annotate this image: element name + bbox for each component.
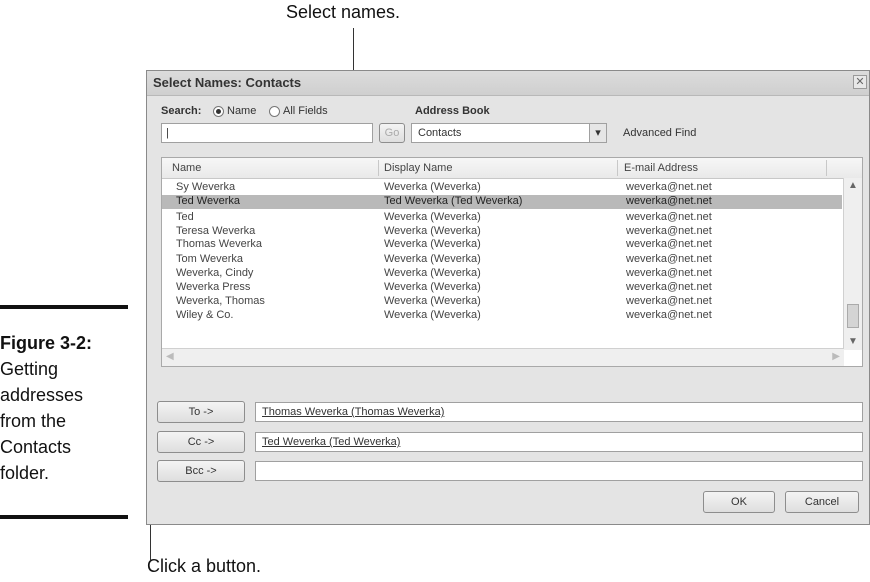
cell-display-name: Weverka (Weverka): [384, 267, 481, 279]
cell-display-name: Weverka (Weverka): [384, 238, 481, 250]
cell-name: Weverka, Cindy: [176, 267, 254, 279]
cell-email: weverka@net.net: [626, 195, 712, 207]
horizontal-scrollbar[interactable]: ◀ ▶: [162, 348, 844, 366]
cell-display-name: Weverka (Weverka): [384, 253, 481, 265]
cell-display-name: Weverka (Weverka): [384, 281, 481, 293]
column-header-name[interactable]: Name: [172, 162, 201, 174]
table-row[interactable]: Ted Weverka (Weverka) weverka@net.net: [162, 211, 842, 225]
radio-name-label: Name: [227, 105, 257, 117]
table-row[interactable]: Sy Weverka Weverka (Weverka) weverka@net.n…: [162, 181, 842, 195]
column-divider[interactable]: [826, 160, 827, 176]
ok-button[interactable]: OK: [703, 491, 775, 513]
callout-select-names: Select names.: [286, 2, 401, 22]
radio-all-fields[interactable]: [269, 106, 280, 117]
figure-number: Figure 3-2:: [0, 333, 93, 353]
cell-email: weverka@net.net: [626, 253, 712, 265]
cell-display-name: Ted Weverka (Ted Weverka): [384, 195, 523, 207]
address-book-label: Address Book: [415, 105, 490, 117]
cell-name: Ted Weverka: [176, 195, 240, 207]
caption-line: Getting: [0, 359, 59, 379]
cell-email: weverka@net.net: [626, 225, 712, 237]
cc-button[interactable]: Cc ->: [157, 431, 245, 453]
cell-email: weverka@net.net: [626, 281, 712, 293]
search-label: Search:: [161, 105, 202, 117]
cell-name: Ted: [176, 211, 194, 223]
cell-email: weverka@net.net: [626, 238, 712, 250]
caption-rule-bottom: [0, 515, 128, 519]
list-header: Name Display Name E-mail Address: [162, 158, 862, 179]
cell-email: weverka@net.net: [626, 309, 712, 321]
title-bar: Select Names: Contacts ✕: [147, 71, 869, 96]
cc-field[interactable]: Ted Weverka (Ted Weverka): [255, 432, 863, 452]
cell-email: weverka@net.net: [626, 211, 712, 223]
table-row[interactable]: Tom Weverka Weverka (Weverka) weverka@net.…: [162, 253, 842, 267]
bcc-button[interactable]: Bcc ->: [157, 460, 245, 482]
chevron-down-icon[interactable]: ▾: [589, 124, 606, 142]
cell-display-name: Weverka (Weverka): [384, 295, 481, 307]
table-row[interactable]: Thomas Weverka Weverka (Weverka) weverka@n…: [162, 238, 842, 252]
column-header-display-name[interactable]: Display Name: [384, 162, 452, 174]
address-book-select[interactable]: Contacts ▾: [411, 123, 607, 143]
cell-display-name: Weverka (Weverka): [384, 225, 481, 237]
contacts-list[interactable]: Name Display Name E-mail Address Sy Weve…: [161, 157, 863, 367]
to-button[interactable]: To ->: [157, 401, 245, 423]
vertical-scrollbar[interactable]: ▲ ▼: [843, 178, 862, 350]
select-names-dialog: Select Names: Contacts ✕ Search: Name Al…: [146, 70, 870, 525]
advanced-find-link[interactable]: Advanced Find: [623, 127, 696, 139]
search-input[interactable]: |: [161, 123, 373, 143]
column-divider[interactable]: [378, 160, 379, 176]
close-icon[interactable]: ✕: [853, 75, 867, 89]
scroll-right-icon[interactable]: ▶: [832, 351, 840, 362]
cancel-button[interactable]: Cancel: [785, 491, 859, 513]
table-row[interactable]: Weverka, Thomas Weverka (Weverka) weverka@…: [162, 295, 842, 309]
column-divider[interactable]: [617, 160, 618, 176]
cell-display-name: Weverka (Weverka): [384, 309, 481, 321]
table-row[interactable]: Weverka, Cindy Weverka (Weverka) weverka@n…: [162, 267, 842, 281]
go-button[interactable]: Go: [379, 123, 405, 143]
caption-line: addresses: [0, 385, 84, 405]
caption-line: Contacts: [0, 437, 72, 457]
cell-email: weverka@net.net: [626, 181, 712, 193]
cell-name: Thomas Weverka: [176, 238, 262, 250]
table-row[interactable]: Weverka Press Weverka (Weverka) weverka@ne…: [162, 281, 842, 295]
cell-name: Teresa Weverka: [176, 225, 256, 237]
address-book-value: Contacts: [418, 127, 462, 139]
table-row[interactable]: Wiley & Co. Weverka (Weverka) weverka@net.…: [162, 309, 842, 323]
radio-all-fields-label: All Fields: [283, 105, 328, 117]
cell-email: weverka@net.net: [626, 267, 712, 279]
callout-click-button: Click a button.: [147, 556, 262, 576]
table-row[interactable]: Ted Weverka Ted Weverka (Ted Weverka) weve…: [162, 195, 842, 209]
cell-name: Sy Weverka: [176, 181, 236, 193]
scroll-up-icon[interactable]: ▲: [848, 180, 858, 191]
bcc-field[interactable]: [255, 461, 863, 481]
dialog-title: Select Names: Contacts: [153, 75, 302, 90]
scroll-left-icon[interactable]: ◀: [166, 351, 174, 362]
cell-display-name: Weverka (Weverka): [384, 211, 481, 223]
table-row[interactable]: Teresa Weverka Weverka (Weverka) weverka@n…: [162, 225, 842, 239]
radio-name[interactable]: [213, 106, 224, 117]
cell-name: Tom Weverka: [176, 253, 244, 265]
figure-caption: Figure 3-2: Getting addresses from the C…: [0, 330, 130, 486]
cell-name: Weverka Press: [176, 281, 251, 293]
caption-line: from the: [0, 411, 67, 431]
cell-name: Weverka, Thomas: [176, 295, 265, 307]
caption-line: folder.: [0, 463, 50, 483]
scroll-down-icon[interactable]: ▼: [848, 336, 858, 347]
cell-name: Wiley & Co.: [176, 309, 234, 321]
cell-email: weverka@net.net: [626, 295, 712, 307]
column-header-email[interactable]: E-mail Address: [624, 162, 698, 174]
to-field[interactable]: Thomas Weverka (Thomas Weverka): [255, 402, 863, 422]
cell-display-name: Weverka (Weverka): [384, 181, 481, 193]
scroll-thumb[interactable]: [847, 304, 859, 328]
caption-rule-top: [0, 305, 128, 309]
